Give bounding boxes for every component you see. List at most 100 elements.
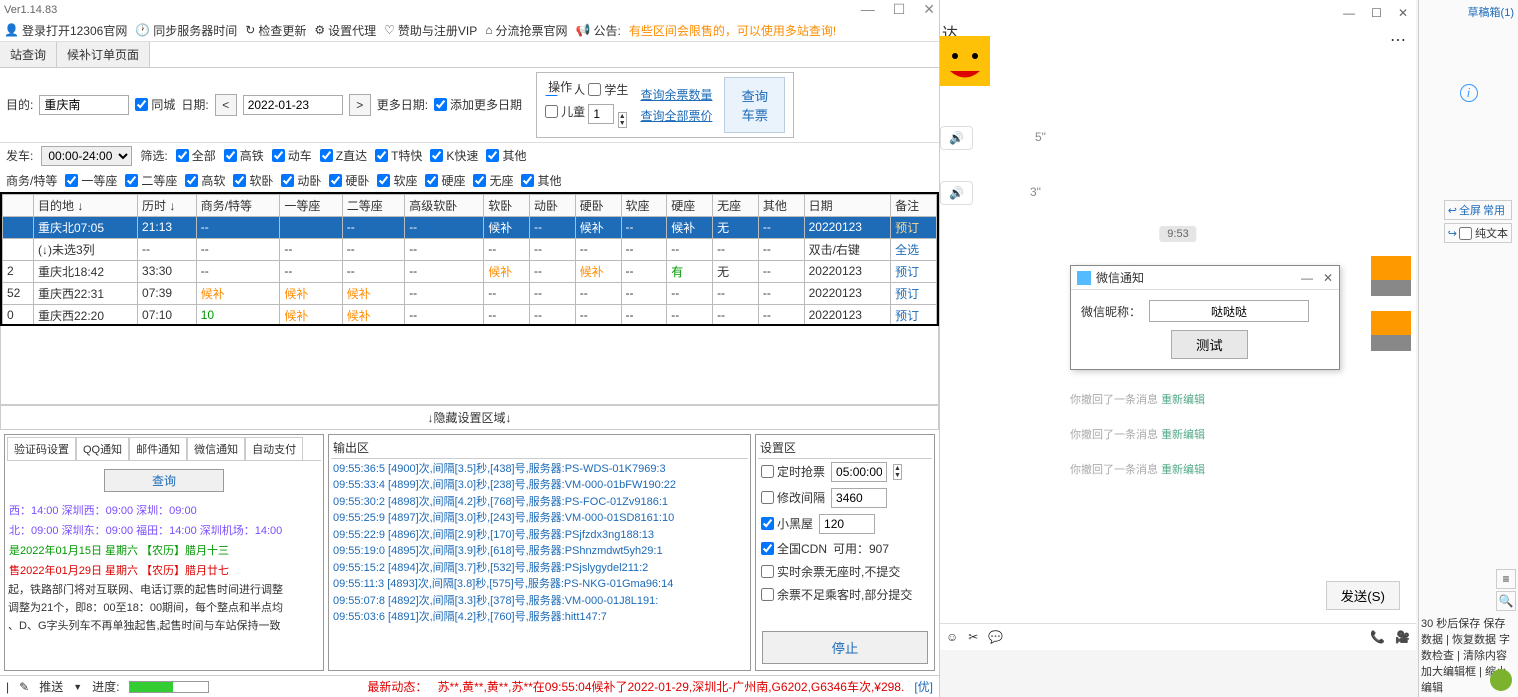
filter-other[interactable]: 其他 <box>486 147 526 164</box>
video-icon[interactable]: 🎥 <box>1395 630 1410 644</box>
reedit-3[interactable]: 重新编辑 <box>1161 464 1205 476</box>
send-button[interactable]: 发送(S) <box>1326 581 1400 610</box>
proxy-link[interactable]: ⚙设置代理 <box>314 22 376 39</box>
seat-4[interactable]: 软卧 <box>233 172 273 189</box>
stop-button[interactable]: 停止 <box>762 631 928 664</box>
seat-6[interactable]: 硬卧 <box>329 172 369 189</box>
vip-link[interactable]: ♡赞助与注册VIP <box>384 22 477 39</box>
col-header[interactable]: 高级软卧 <box>405 194 484 216</box>
login-link[interactable]: 👤登录打开12306官网 <box>4 22 127 39</box>
seat-8[interactable]: 硬座 <box>425 172 465 189</box>
query-button[interactable]: 查询 车票 <box>724 77 785 133</box>
set-timed[interactable]: 定时抢票 <box>761 463 825 480</box>
ptab-wechat[interactable]: 微信通知 <box>187 437 245 460</box>
query-all-link[interactable]: 查询全部票价 <box>640 107 712 124</box>
reedit-2[interactable]: 重新编辑 <box>1161 429 1205 441</box>
chat-minimize-icon[interactable]: — <box>1343 6 1355 20</box>
depart-time-select[interactable]: 00:00-24:00 <box>41 146 132 166</box>
voice-msg-1[interactable]: 🔊 <box>940 126 973 150</box>
seat-10[interactable]: 其他 <box>521 172 561 189</box>
col-header[interactable]: 二等座 <box>342 194 404 216</box>
menu-icon[interactable]: ≡ <box>1496 569 1516 589</box>
panel-query-button[interactable]: 查询 <box>104 469 224 492</box>
chat-icon[interactable]: 💬 <box>988 630 1003 644</box>
chat-maximize-icon[interactable]: ☐ <box>1371 6 1382 20</box>
date-prev-button[interactable]: < <box>215 94 237 116</box>
interval-input[interactable] <box>831 488 887 508</box>
book-link[interactable]: 全选 <box>895 243 919 257</box>
test-button[interactable]: 测试 <box>1171 330 1248 359</box>
fwd-icon[interactable]: ↪ <box>1448 227 1457 240</box>
seat-1[interactable]: 一等座 <box>65 172 117 189</box>
close-icon[interactable]: ✕ <box>923 1 935 18</box>
book-link[interactable]: 预订 <box>895 287 919 301</box>
col-header[interactable]: 日期 <box>804 194 891 216</box>
date-next-button[interactable]: > <box>349 94 371 116</box>
phone-icon[interactable]: 📞 <box>1370 630 1385 644</box>
ptab-qq[interactable]: QQ通知 <box>76 437 129 460</box>
table-row[interactable]: 52重庆西22:3107:39候补候补候补----------------202… <box>3 282 937 304</box>
filter-k[interactable]: K快速 <box>430 147 478 164</box>
seat-3[interactable]: 高软 <box>185 172 225 189</box>
book-link[interactable]: 预订 <box>895 265 919 279</box>
fullscreen-btn[interactable]: 全屏 <box>1459 202 1481 218</box>
info-icon[interactable]: i <box>1460 84 1478 102</box>
plain-check[interactable]: 纯文本 <box>1459 225 1508 241</box>
chat-close-icon[interactable]: ✕ <box>1398 6 1408 20</box>
timed-input[interactable] <box>831 462 887 482</box>
sync-link[interactable]: 🕐同步服务器时间 <box>135 22 237 39</box>
seat-2[interactable]: 二等座 <box>125 172 177 189</box>
set-interval[interactable]: 修改间隔 <box>761 489 825 506</box>
set-partial[interactable]: 余票不足乘客时,部分提交 <box>761 586 912 603</box>
black-input[interactable] <box>819 514 875 534</box>
book-link[interactable]: 预订 <box>895 309 919 323</box>
set-black[interactable]: 小黑屋 <box>761 515 813 532</box>
check-link[interactable]: ↻检查更新 <box>245 22 306 39</box>
child-count-input[interactable] <box>588 104 614 124</box>
dest-input[interactable] <box>39 95 129 115</box>
reply-icon[interactable]: ↩ <box>1448 204 1457 217</box>
nick-input[interactable] <box>1149 300 1309 322</box>
ptab-captcha[interactable]: 验证码设置 <box>7 437 76 460</box>
col-header[interactable]: 动卧 <box>530 194 576 216</box>
push-icon[interactable]: ✎ <box>19 680 29 694</box>
normal-btn[interactable]: 常用 <box>1483 202 1505 218</box>
ptab-mail[interactable]: 邮件通知 <box>129 437 187 460</box>
filter-d[interactable]: 动车 <box>272 147 312 164</box>
voice-msg-2[interactable]: 🔊 <box>940 181 973 205</box>
wechat-icon[interactable] <box>1490 669 1512 691</box>
table-row[interactable]: (↓)未选3列------------------------双击/右键全选 <box>3 238 937 260</box>
official-link[interactable]: ⌂分流抢票官网 <box>485 22 567 39</box>
maximize-icon[interactable]: ☐ <box>893 1 906 18</box>
col-header[interactable]: 目的地 ↓ <box>34 194 138 216</box>
dlg-close-icon[interactable]: ✕ <box>1323 271 1333 285</box>
reedit-1[interactable]: 重新编辑 <box>1161 394 1205 406</box>
col-header[interactable]: 备注 <box>891 194 937 216</box>
seat-5[interactable]: 动卧 <box>281 172 321 189</box>
col-header[interactable]: 硬卧 <box>575 194 621 216</box>
book-link[interactable]: 预订 <box>895 221 919 235</box>
col-header[interactable]: 一等座 <box>280 194 342 216</box>
student-check[interactable]: 学生 <box>588 81 628 98</box>
col-header[interactable]: 历时 ↓ <box>138 194 197 216</box>
col-header[interactable]: 软卧 <box>484 194 530 216</box>
seat-7[interactable]: 软座 <box>377 172 417 189</box>
table-row[interactable]: 0重庆西22:2007:1010候补候补----------------2022… <box>3 304 937 326</box>
dlg-minimize-icon[interactable]: — <box>1301 271 1313 285</box>
child-check[interactable]: 儿童 <box>545 103 585 120</box>
draft-link[interactable]: 草稿箱(1) <box>1468 4 1514 20</box>
filter-z[interactable]: Z直达 <box>320 147 367 164</box>
col-header[interactable]: 软座 <box>621 194 667 216</box>
add-more-date-check[interactable]: 添加更多日期 <box>434 96 522 113</box>
same-city-check[interactable]: 同城 <box>135 96 175 113</box>
col-header[interactable]: 硬座 <box>667 194 713 216</box>
tab-station[interactable]: 站查询 <box>0 42 57 67</box>
scissors-icon[interactable]: ✂ <box>968 630 978 644</box>
set-noseat[interactable]: 实时余票无座时,不提交 <box>761 563 900 580</box>
col-header[interactable]: 商务/特等 <box>196 194 280 216</box>
emoji-icon[interactable]: ☺ <box>946 630 958 644</box>
seat-9[interactable]: 无座 <box>473 172 513 189</box>
ptab-autopay[interactable]: 自动支付 <box>245 437 303 460</box>
filter-g[interactable]: 高铁 <box>224 147 264 164</box>
filter-t[interactable]: T特快 <box>375 147 422 164</box>
